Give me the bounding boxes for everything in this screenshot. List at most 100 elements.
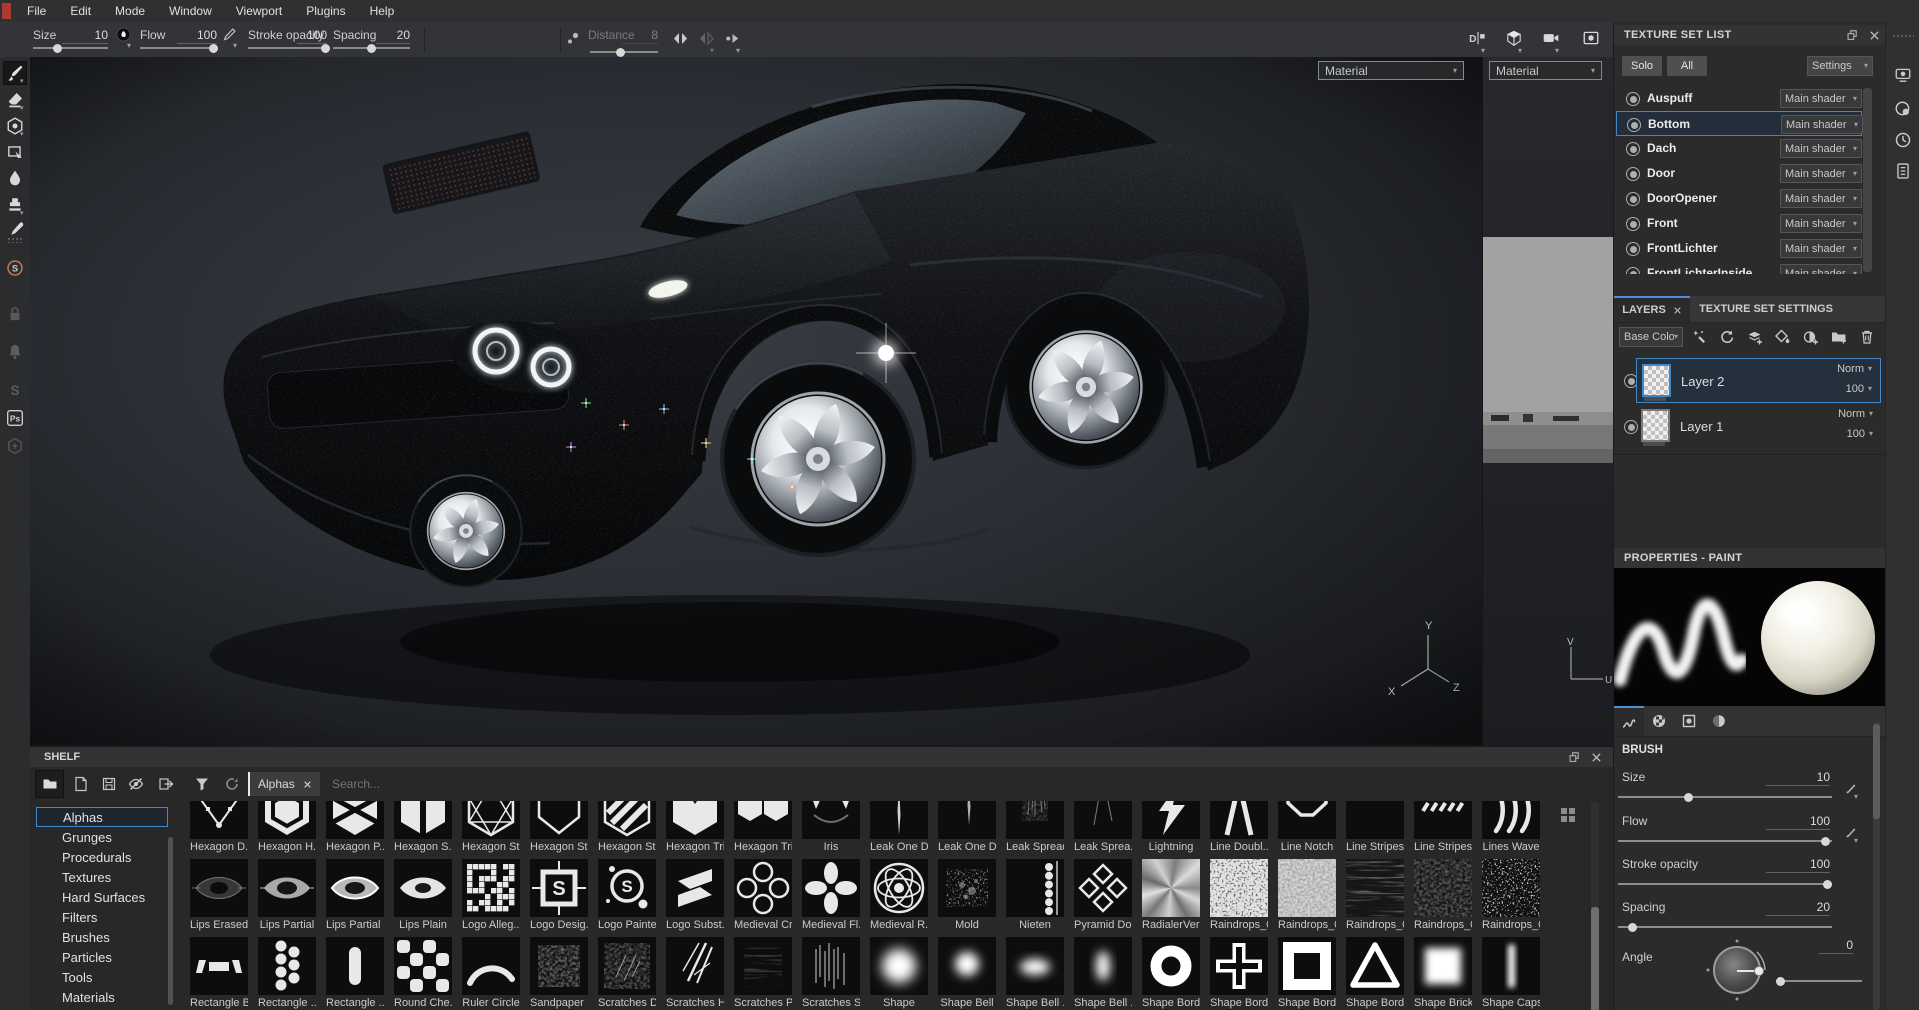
shelf-item-thumbnail[interactable] — [1482, 937, 1540, 995]
add-layer-button[interactable] — [1747, 329, 1763, 348]
shelf-item-hexagon-star[interactable]: Hexagon Star — [462, 801, 520, 853]
display-settings-button[interactable] — [1894, 66, 1912, 87]
shelf-item-thumbnail[interactable] — [666, 937, 724, 995]
filter-chip-alphas[interactable]: Alphas — [248, 772, 320, 796]
shelf-item-thumbnail[interactable] — [734, 937, 792, 995]
shelf-item-thumbnail[interactable] — [1074, 801, 1132, 839]
shelf-item-thumbnail[interactable] — [1006, 801, 1064, 839]
category-procedurals[interactable]: Procedurals — [36, 847, 168, 867]
toolbar-size-slider[interactable] — [33, 43, 108, 53]
shelf-item-thumbnail[interactable] — [394, 937, 452, 995]
shelf-item-shape-brick[interactable]: Shape Brick — [1414, 937, 1472, 1009]
shelf-item-thumbnail[interactable] — [1074, 859, 1132, 917]
remove-filter-icon[interactable] — [303, 780, 312, 789]
viewport-3d-canvas[interactable]: Y X Z — [30, 57, 1482, 745]
category-filters[interactable]: Filters — [36, 907, 168, 927]
add-fill-button[interactable] — [1775, 329, 1791, 348]
new-resource-button[interactable] — [67, 771, 94, 797]
float-panel-icon[interactable] — [1567, 750, 1581, 764]
shelf-item-shape-bord-[interactable]: Shape Bord... — [1278, 937, 1336, 1009]
screenshot-button[interactable] — [1582, 29, 1600, 50]
shelf-item-thumbnail[interactable] — [734, 859, 792, 917]
shelf-item-shape-bord-[interactable]: Shape Bord... — [1142, 937, 1200, 1009]
shader-dropdown[interactable]: Main shader ▾ — [1780, 89, 1862, 108]
radial-symmetry-button[interactable]: ▾ — [724, 30, 741, 55]
shelf-item-logo-desig-[interactable]: S Logo Desig... — [530, 859, 588, 931]
visibility-radio[interactable] — [1626, 142, 1640, 156]
texture-set-row-dooropener[interactable]: DoorOpener Main shader ▾ — [1616, 186, 1862, 211]
shelf-item-thumbnail[interactable] — [326, 937, 384, 995]
brush-spacing-value[interactable]: 20 — [1766, 900, 1830, 916]
mirror-symmetry-button[interactable] — [672, 30, 689, 50]
substance-share-tool[interactable]: S — [4, 257, 26, 279]
shelf-item-thumbnail[interactable] — [190, 859, 248, 917]
shelf-item-shape[interactable]: Shape — [870, 937, 928, 1009]
shelf-item-line-stripes-[interactable]: Line Stripes ... — [1414, 801, 1472, 853]
shelf-item-hexagon-st-[interactable]: Hexagon St... — [598, 801, 656, 853]
shelf-item-shape-bell[interactable]: Shape Bell — [938, 937, 996, 1009]
shelf-item-thumbnail[interactable] — [1278, 937, 1336, 995]
shelf-item-thumbnail[interactable] — [258, 859, 316, 917]
menu-plugins[interactable]: Plugins — [294, 2, 357, 20]
toolbar-size-value[interactable]: 10 — [62, 28, 108, 44]
paint-brush-tool[interactable]: ▾ — [3, 61, 27, 85]
shelf-item-thumbnail[interactable] — [938, 801, 996, 839]
material-mode-dropdown[interactable]: Material ▾ — [1318, 61, 1464, 80]
save-resources-button[interactable] — [95, 771, 122, 797]
shelf-item-mold[interactable]: Mold — [938, 859, 996, 931]
categories-scrollbar[interactable] — [168, 837, 173, 1005]
shelf-item-rectangle-[interactable]: Rectangle ... — [326, 937, 384, 1009]
photoshop-tool[interactable]: Ps — [4, 407, 26, 429]
shelf-item-hexagon-tri-[interactable]: Hexagon Tri... — [666, 801, 724, 853]
shelf-item-shape-caps-[interactable]: Shape Caps... — [1482, 937, 1540, 1009]
shelf-item-round-che-[interactable]: Round Che... — [394, 937, 452, 1009]
slider-handle[interactable] — [1684, 792, 1694, 802]
shelf-item-thumbnail[interactable] — [1142, 801, 1200, 839]
shelf-item-thumbnail[interactable] — [1414, 937, 1472, 995]
shelf-item-thumbnail[interactable] — [1142, 859, 1200, 917]
shelf-item-leak-one-d-[interactable]: Leak One D... — [870, 801, 928, 853]
environment-button[interactable] — [1894, 100, 1912, 121]
texture-set-row-door[interactable]: Door Main shader ▾ — [1616, 161, 1862, 186]
split-view-button[interactable]: D ▾ — [1468, 29, 1486, 55]
shelf-item-thumbnail[interactable] — [598, 801, 656, 839]
brush-stroke-opacity-value[interactable]: 100 — [1766, 857, 1830, 873]
shelf-item-hexagon-st-[interactable]: Hexagon St... — [530, 801, 588, 853]
add-folder-button[interactable] — [1831, 329, 1847, 348]
shelf-item-thumbnail[interactable] — [870, 801, 928, 839]
channel-dropdown[interactable]: Base Colo ▾ — [1619, 327, 1683, 347]
tab-layers[interactable]: LAYERS — [1614, 296, 1690, 322]
shader-dropdown[interactable]: Main shader ▾ — [1780, 214, 1862, 233]
brush-flow-slider[interactable] — [1618, 836, 1832, 846]
shelf-item-lines-wave[interactable]: Lines Wave — [1482, 801, 1540, 853]
shelf-item-thumbnail[interactable] — [802, 801, 860, 839]
camera-button[interactable]: ▾ — [1542, 29, 1560, 55]
mirror-symmetry-planes-button[interactable]: ▾ — [698, 30, 715, 55]
shelf-item-iris[interactable]: Iris — [802, 801, 860, 853]
polygon-fill-tool[interactable] — [4, 141, 26, 163]
export-resource-button[interactable] — [152, 771, 179, 797]
category-tools[interactable]: Tools — [36, 967, 168, 987]
brush-angle-value[interactable]: 0 — [1819, 938, 1853, 954]
tab-alpha[interactable] — [1644, 706, 1674, 736]
shelf-item-line-stripes[interactable]: Line Stripes — [1346, 801, 1404, 853]
brush-tip-button[interactable]: ▾ — [116, 27, 131, 50]
perspective-cube-button[interactable]: ▾ — [1505, 29, 1523, 55]
shelf-item-thumbnail[interactable]: S — [530, 859, 588, 917]
shelf-item-hexagon-h-[interactable]: Hexagon H... — [258, 801, 316, 853]
lock-tool[interactable] — [4, 303, 26, 325]
layer-blend-dropdown[interactable]: Norm ▾ — [1837, 363, 1872, 375]
brush-size-value[interactable]: 10 — [1766, 770, 1830, 786]
shelf-item-shape-bell-[interactable]: Shape Bell ... — [1006, 937, 1064, 1009]
grid-view-icon[interactable] — [1560, 807, 1576, 823]
shelf-item-nieten[interactable]: Nieten — [1006, 859, 1064, 931]
shelf-item-scratches-h-[interactable]: Scratches H... — [666, 937, 724, 1009]
shelf-item-thumbnail[interactable] — [394, 801, 452, 839]
shelf-item-logo-subst-[interactable]: Logo Subst... — [666, 859, 724, 931]
shelf-item-thumbnail[interactable] — [1210, 859, 1268, 917]
shelf-item-lips-partial[interactable]: Lips Partial — [258, 859, 316, 931]
shelf-item-lips-erased[interactable]: Lips Erased — [190, 859, 248, 931]
visibility-radio[interactable] — [1626, 92, 1640, 106]
shelf-item-shape-bord-[interactable]: Shape Bord... — [1346, 937, 1404, 1009]
solo-button[interactable]: Solo — [1622, 56, 1662, 76]
